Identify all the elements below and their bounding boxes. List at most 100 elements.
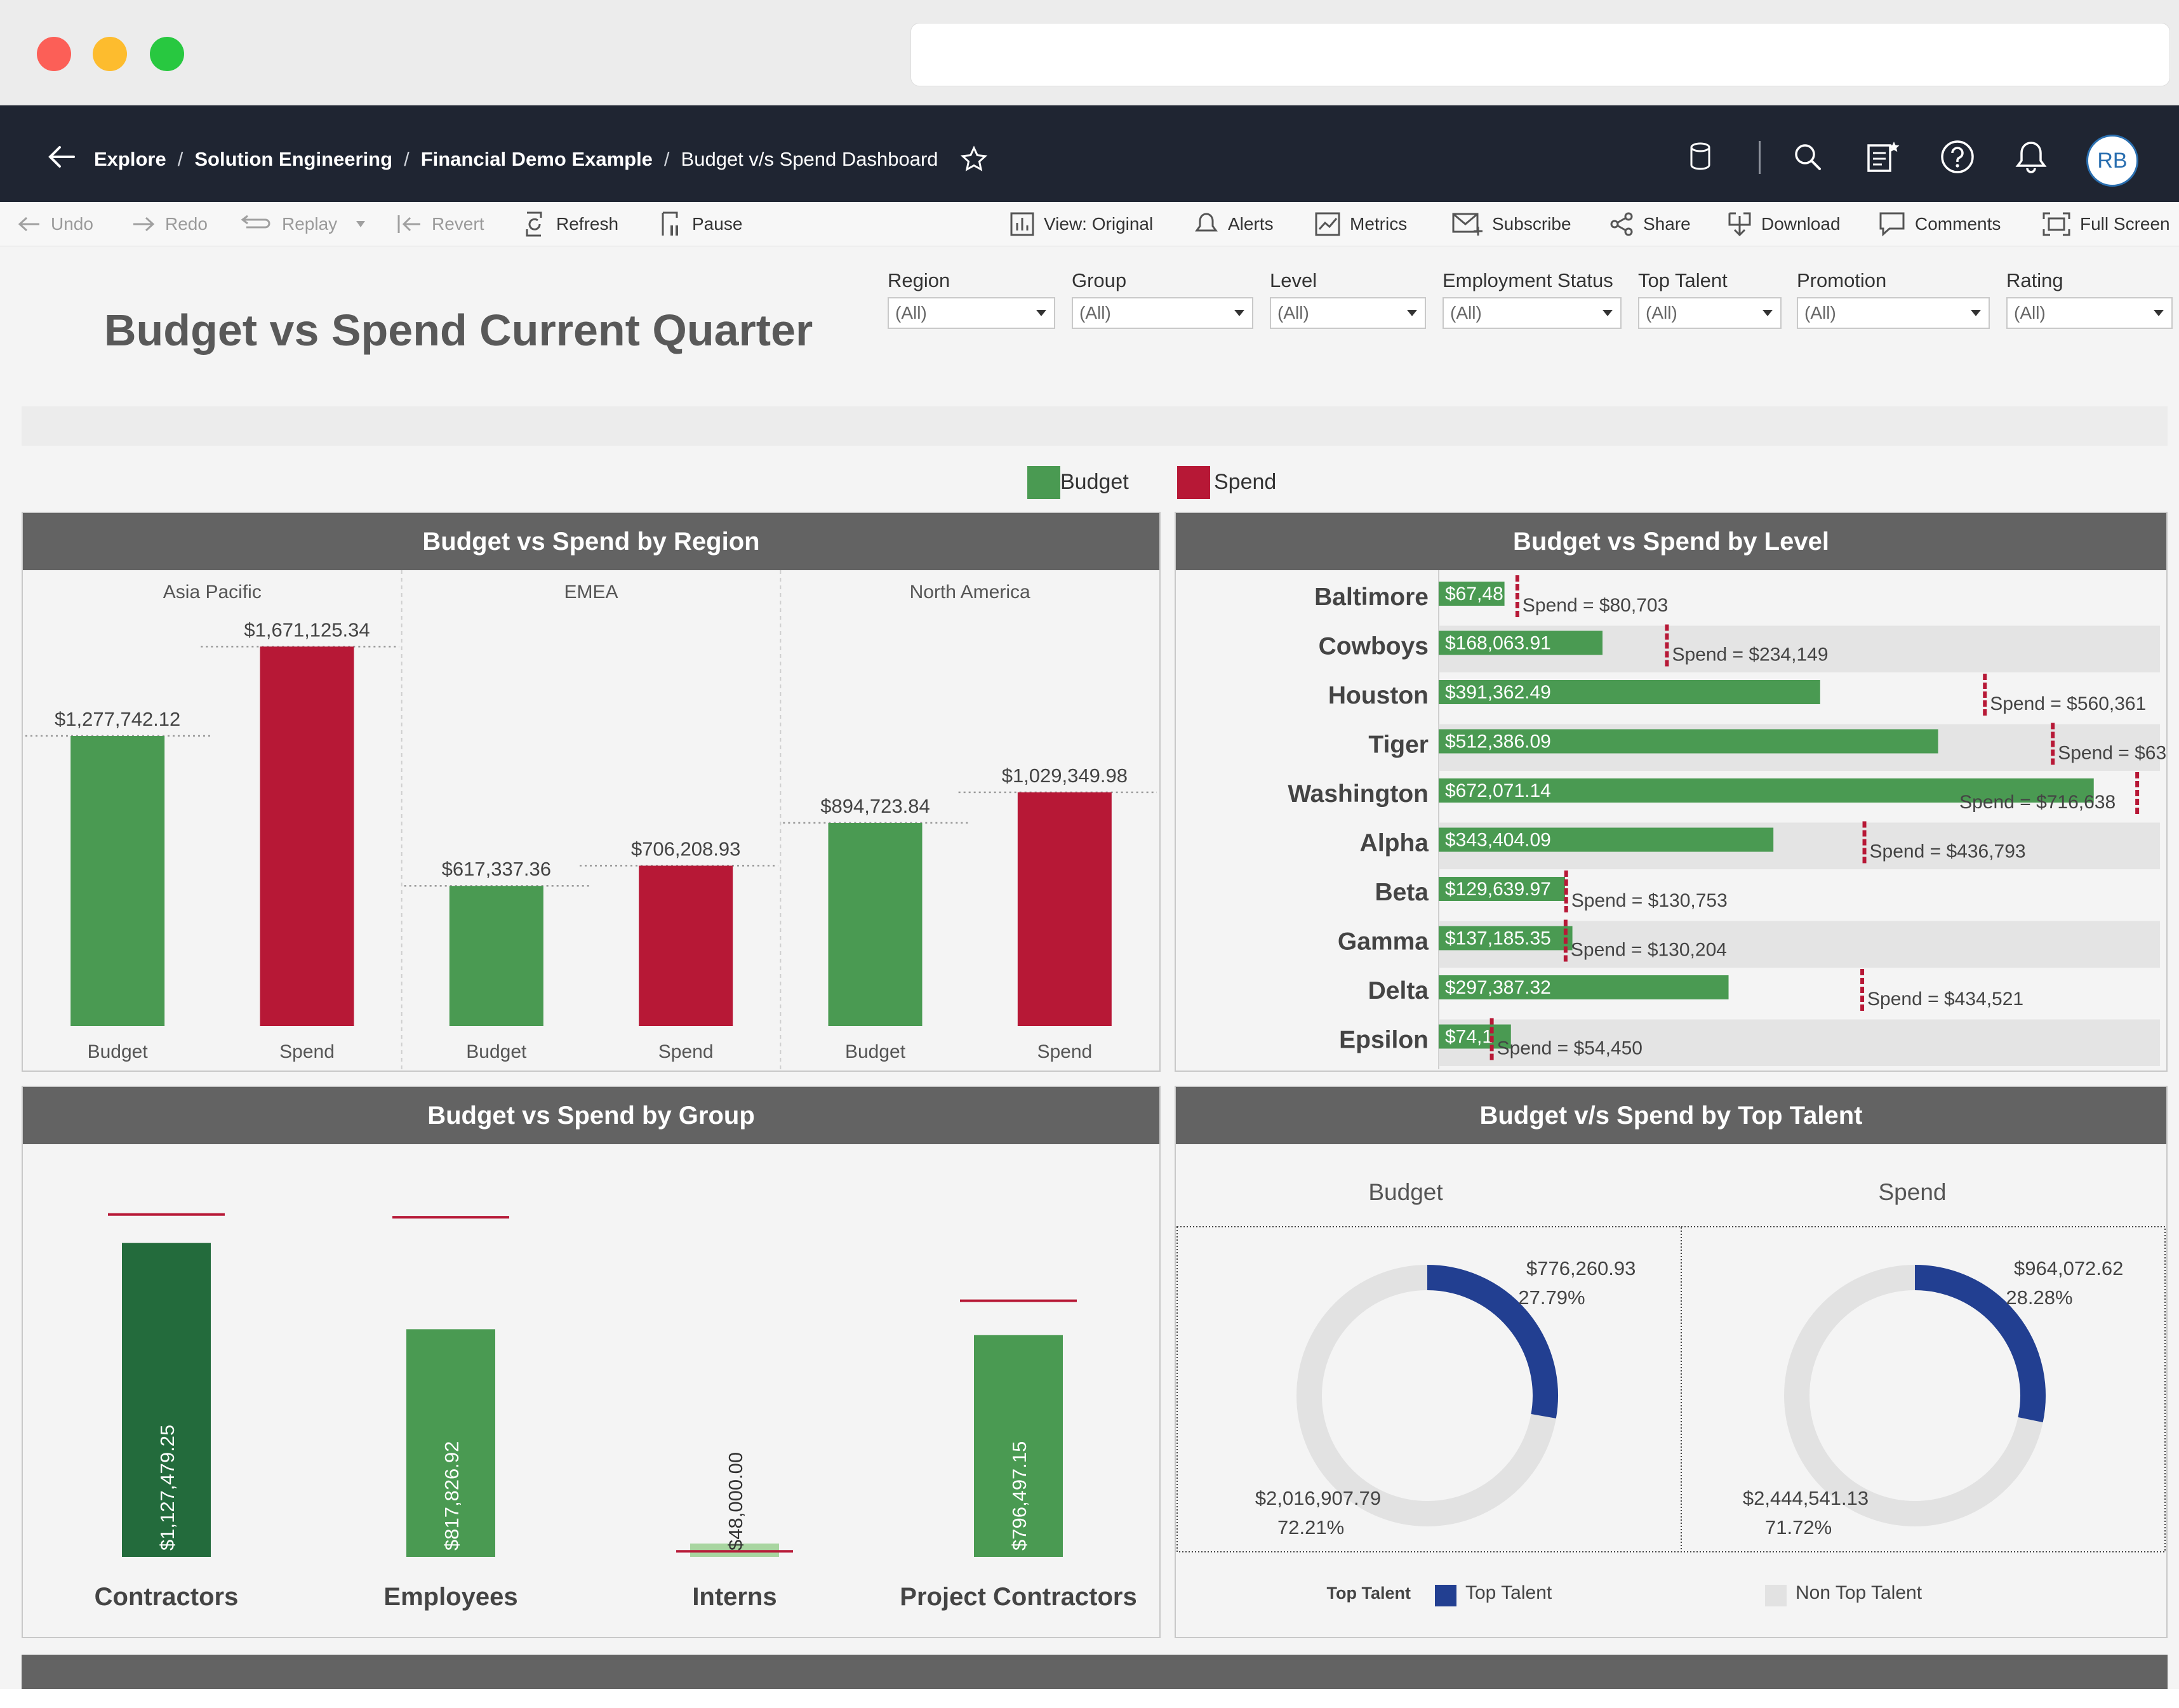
spend-value-label: Spend = $54,450 xyxy=(1497,1037,1643,1058)
minimize-window-button[interactable] xyxy=(93,37,127,71)
non-top-talent-percent-label: 72.21% xyxy=(1277,1516,1344,1538)
refresh-button[interactable]: Refresh xyxy=(522,210,618,239)
non-top-talent-value-label: $2,016,907.79 xyxy=(1255,1487,1381,1509)
legend-budget-label[interactable]: Budget xyxy=(1060,470,1129,495)
top-talent-percent-label: 27.79% xyxy=(1518,1286,1585,1309)
redo-button[interactable]: Redo xyxy=(131,210,208,239)
legend-spend-swatch xyxy=(1177,466,1210,499)
download-icon xyxy=(1728,212,1751,237)
full-screen-icon xyxy=(2042,212,2070,236)
budget-value-label: $297,387.32 xyxy=(1445,977,1551,998)
spend-value-label: Spend = $130,204 xyxy=(1571,939,1727,960)
revert-icon xyxy=(397,215,420,233)
subscribe-label: Subscribe xyxy=(1492,214,1571,234)
region-panel-label: North America xyxy=(910,582,1030,603)
breadcrumb-separator: / xyxy=(177,148,183,170)
full-screen-button[interactable]: Full Screen xyxy=(2042,210,2170,239)
filter-group-select[interactable]: (All) xyxy=(1072,297,1253,329)
subscribe-button[interactable]: Subscribe xyxy=(1451,210,1571,239)
breadcrumb-solution-engineering[interactable]: Solution Engineering xyxy=(194,148,392,171)
budget-value-label: $67,48 xyxy=(1445,584,1503,604)
group-chart: $1,127,479.25 Contractors $817,826.92 Emplo… xyxy=(95,1213,1137,1611)
undo-button[interactable]: Undo xyxy=(17,210,93,239)
spend-value-label: $1,671,125.34 xyxy=(244,618,370,641)
filter-rating-select[interactable]: (All) xyxy=(2006,297,2173,329)
refresh-icon xyxy=(526,211,542,237)
legend-spend-label[interactable]: Spend xyxy=(1214,470,1276,495)
budget-value-label: $796,497.15 xyxy=(1008,1441,1030,1551)
spend-value-label: Spend = $436,793 xyxy=(1870,841,2026,862)
revert-button[interactable]: Revert xyxy=(396,210,484,239)
filter-promotion-value: (All) xyxy=(1804,303,1836,323)
spend-bar xyxy=(260,646,354,1026)
view-icon xyxy=(1010,212,1034,236)
group-category-label: Contractors xyxy=(95,1583,239,1611)
chevron-down-icon xyxy=(1234,310,1244,316)
breadcrumb-explore[interactable]: Explore xyxy=(94,148,166,171)
budget-bar xyxy=(70,736,165,1026)
budget-value-label: $1,277,742.12 xyxy=(55,708,180,730)
back-arrow-icon[interactable] xyxy=(46,141,77,173)
alert-icon xyxy=(1195,213,1218,232)
level-chart: Baltimore $67,48 Spend = $80,703 Cowboys $16… xyxy=(1288,570,2166,1069)
favorite-star-icon[interactable] xyxy=(960,145,988,173)
level-chart-title: Budget vs Spend by Level xyxy=(1176,513,2166,570)
spend-bar xyxy=(1017,792,1112,1026)
metrics-button[interactable]: Metrics xyxy=(1314,210,1407,239)
group-chart-title: Budget vs Spend by Group xyxy=(23,1087,1159,1144)
redo-label: Redo xyxy=(165,214,208,234)
filter-label-rating: Rating xyxy=(2006,269,2063,291)
metrics-label: Metrics xyxy=(1350,214,1408,234)
share-button[interactable]: Share xyxy=(1609,210,1691,239)
filter-level-select[interactable]: (All) xyxy=(1270,297,1426,329)
view-original-button[interactable]: View: Original xyxy=(1010,210,1153,239)
budget-value-label: $817,826.92 xyxy=(441,1441,463,1551)
region-chart: Asia Pacific $1,277,742.12 $1,671,125.34 Bu… xyxy=(25,570,1157,1069)
spend-value-label: Spend = $716,638 xyxy=(1959,792,2116,813)
zoom-window-button[interactable] xyxy=(150,37,184,71)
replay-button[interactable]: Replay xyxy=(237,210,380,239)
pause-button[interactable]: Pause xyxy=(658,210,742,239)
revert-label: Revert xyxy=(432,214,484,234)
help-icon[interactable] xyxy=(1935,135,1980,179)
filter-region-select[interactable]: (All) xyxy=(888,297,1055,329)
undo-label: Undo xyxy=(51,214,93,234)
chevron-down-icon[interactable] xyxy=(350,218,371,230)
spend-value-label: Spend = $80,703 xyxy=(1523,595,1668,616)
filter-employment-status-select[interactable]: (All) xyxy=(1443,297,1622,329)
header-divider xyxy=(1759,141,1761,174)
alerts-button[interactable]: Alerts xyxy=(1194,210,1274,239)
download-button[interactable]: Download xyxy=(1727,210,1841,239)
breadcrumb-separator: / xyxy=(663,148,670,170)
budget-value-label: $168,063.91 xyxy=(1445,633,1551,654)
address-bar[interactable] xyxy=(910,23,2170,86)
share-icon xyxy=(1610,212,1633,236)
spend-value-label: Spend = $630,044 xyxy=(2058,742,2166,763)
close-window-button[interactable] xyxy=(37,37,71,71)
level-label: Cowboys xyxy=(1319,632,1429,660)
filter-top-talent-value: (All) xyxy=(1646,303,1677,323)
filter-label-promotion: Promotion xyxy=(1797,269,1887,291)
avatar[interactable]: RB xyxy=(2086,135,2138,187)
chevron-down-icon xyxy=(1407,310,1417,316)
top-talent-value-label: $964,072.62 xyxy=(2014,1257,2123,1279)
search-icon[interactable] xyxy=(1785,135,1830,179)
non-top-talent-percent-label: 71.72% xyxy=(1765,1516,1832,1538)
group-category-label: Project Contractors xyxy=(900,1583,1136,1611)
filter-promotion-select[interactable]: (All) xyxy=(1797,297,1990,329)
subscribe-icon xyxy=(1452,213,1483,236)
breadcrumb: Explore / Solution Engineering / Financi… xyxy=(94,143,988,175)
donut-title: Spend xyxy=(1879,1179,1947,1205)
region-chart-panel: Budget vs Spend by Region Asia Pacific $1… xyxy=(22,512,1161,1072)
region-panel-label: Asia Pacific xyxy=(163,582,262,603)
bell-icon[interactable] xyxy=(2009,135,2053,179)
comments-button[interactable]: Comments xyxy=(1878,210,2001,239)
filter-top-talent-select[interactable]: (All) xyxy=(1638,297,1782,329)
database-icon[interactable] xyxy=(1678,135,1723,179)
breadcrumb-financial-demo[interactable]: Financial Demo Example xyxy=(421,148,653,171)
group-category-label: Interns xyxy=(692,1583,776,1611)
recents-icon[interactable] xyxy=(1860,135,1905,179)
metrics-icon xyxy=(1315,212,1340,236)
legend-non-top-talent-label: Non Top Talent xyxy=(1796,1582,1922,1603)
budget-value-label: $129,639.97 xyxy=(1445,879,1551,900)
